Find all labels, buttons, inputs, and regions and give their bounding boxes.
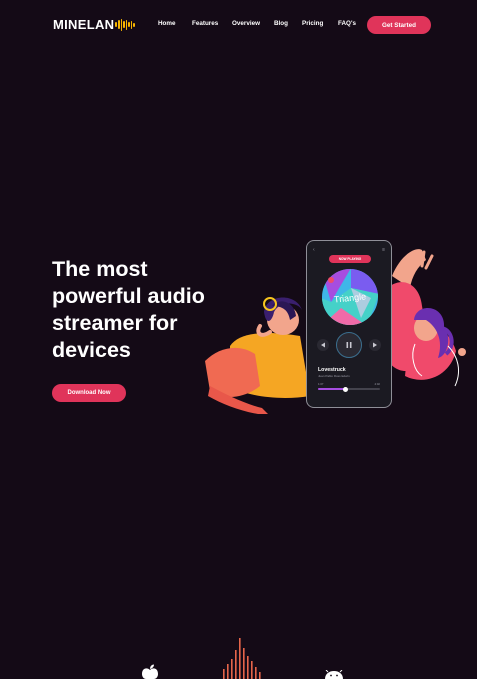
progress-track[interactable] xyxy=(318,386,380,392)
track-artist: Juan Pablo Ross Edwin xyxy=(318,374,350,378)
nav-item-faqs[interactable]: FAQ's xyxy=(338,20,356,27)
track-name: Lovestruck xyxy=(318,367,346,373)
nav-item-pricing[interactable]: Pricing xyxy=(302,20,323,27)
nav-item-overview[interactable]: Overview xyxy=(232,20,260,27)
logo-text: MINELAN xyxy=(53,17,115,32)
get-started-button[interactable]: Get Started xyxy=(367,16,431,34)
site-header: MINELAN Home Features Overview Blog Pric… xyxy=(0,0,477,50)
apple-icon xyxy=(142,664,158,679)
progress-knob[interactable] xyxy=(343,386,349,392)
person-left-illustration xyxy=(205,297,310,414)
time-total: 4:02 xyxy=(374,382,380,386)
person-right-illustration xyxy=(385,249,466,387)
phone-mockup: ‹ ≡ NOW PLAYING Triangle Lovestruck Juan… xyxy=(306,240,392,408)
progress-fill xyxy=(318,388,346,390)
equalizer-bars-icon xyxy=(223,638,261,679)
sound-wave-icon xyxy=(115,18,136,31)
nav-item-features[interactable]: Features xyxy=(192,20,218,27)
play-pause-icon[interactable] xyxy=(336,332,362,358)
download-now-button[interactable]: Download Now xyxy=(52,384,126,402)
previous-icon[interactable] xyxy=(317,339,329,351)
landing-page: MINELAN Home Features Overview Blog Pric… xyxy=(0,0,477,679)
now-playing-badge: NOW PLAYING xyxy=(329,255,371,263)
time-elapsed: 1:07 xyxy=(318,382,324,386)
nav-item-blog[interactable]: Blog xyxy=(274,20,288,27)
nav-item-home[interactable]: Home xyxy=(158,20,176,27)
menu-icon[interactable]: ≡ xyxy=(382,247,385,253)
next-icon[interactable] xyxy=(369,339,381,351)
android-icon xyxy=(325,670,343,679)
logo[interactable]: MINELAN xyxy=(53,17,136,32)
chevron-left-icon[interactable]: ‹ xyxy=(313,247,315,253)
